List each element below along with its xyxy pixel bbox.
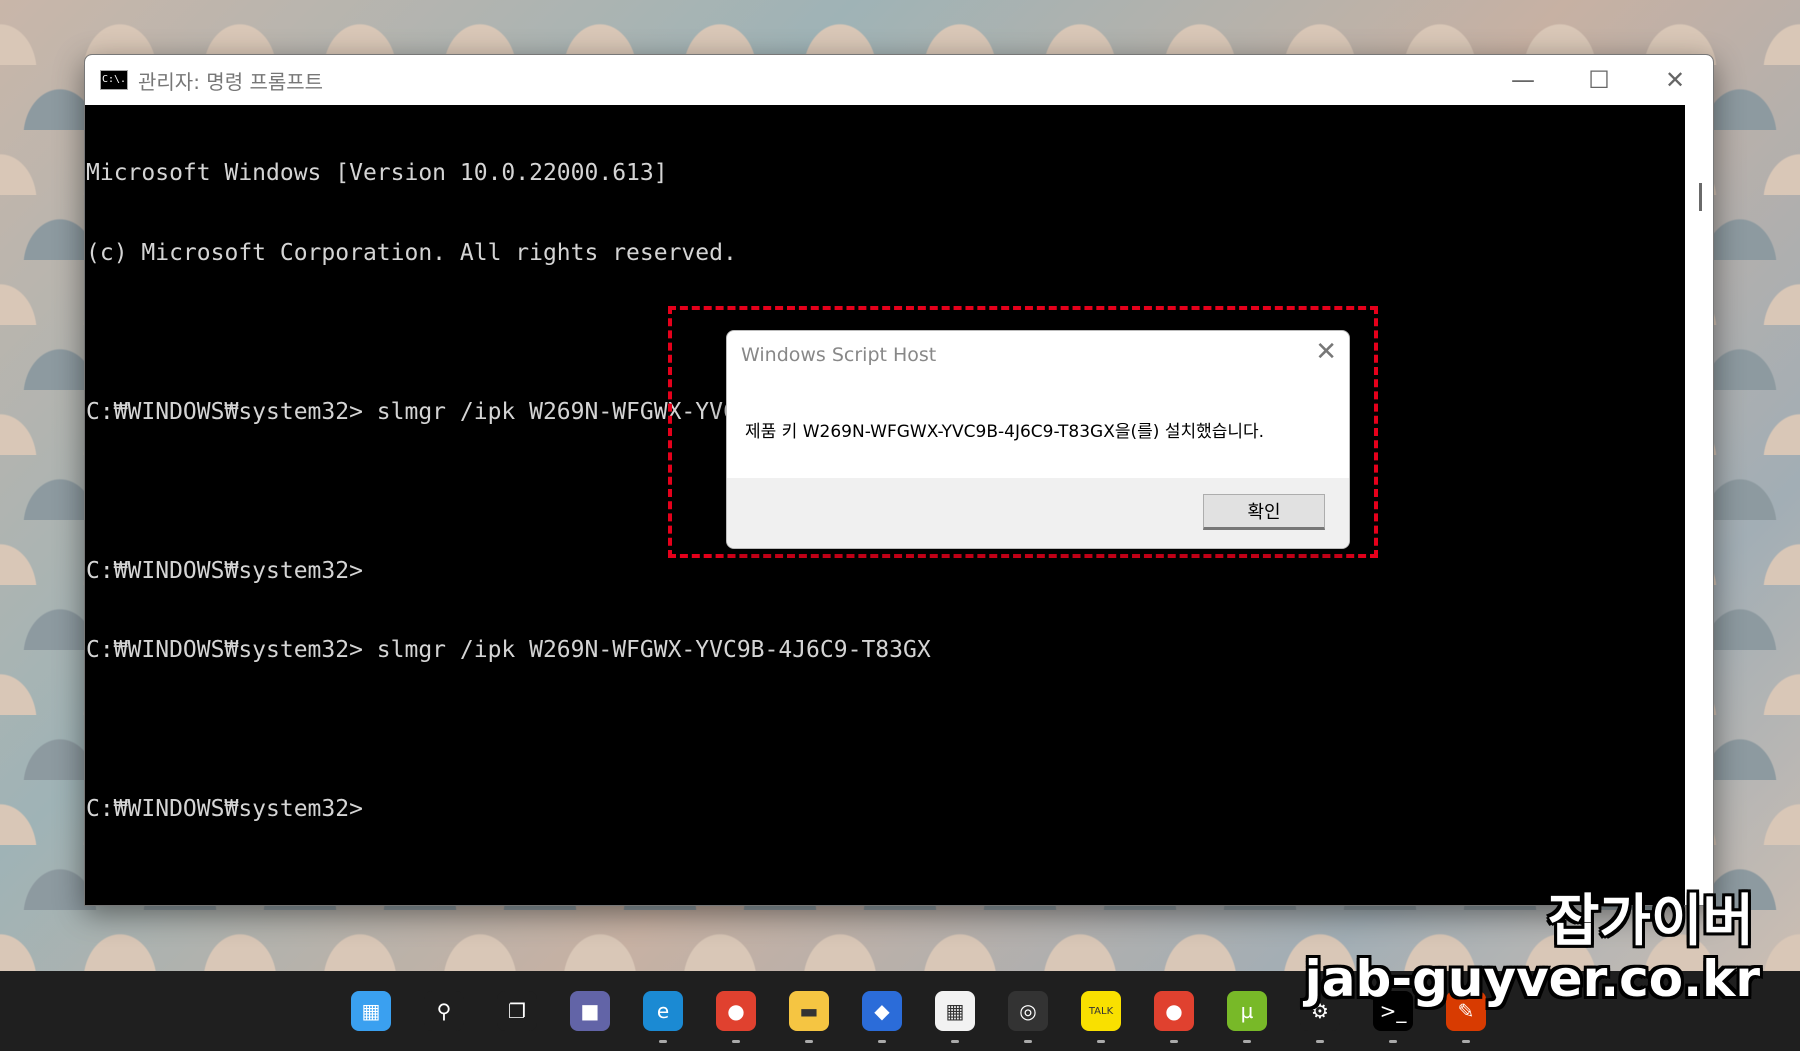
running-indicator — [951, 1040, 959, 1043]
running-indicator — [1389, 1040, 1397, 1043]
dialog-title: Windows Script Host — [741, 344, 937, 366]
teams-chat-icon[interactable]: ■ — [570, 991, 610, 1031]
task-view-icon[interactable]: ❐ — [497, 991, 537, 1031]
edge-icon[interactable]: e — [643, 991, 683, 1043]
running-indicator — [732, 1040, 740, 1043]
search-icon[interactable]: ⚲ — [424, 991, 464, 1031]
close-button[interactable]: ✕ — [1637, 55, 1713, 105]
chrome-profile-icon[interactable]: ● — [1154, 991, 1194, 1043]
window-controls: — ☐ ✕ — [1485, 55, 1713, 105]
dialog-message: 제품 키 W269N-WFGWX-YVC9B-4J6C9-T83GX을(를) 설… — [745, 422, 1265, 442]
running-indicator — [1316, 1040, 1324, 1043]
running-indicator — [1243, 1040, 1251, 1043]
dialog-close-icon[interactable]: ✕ — [1315, 337, 1337, 367]
window-title: 관리자: 명령 프롬프트 — [138, 69, 324, 94]
running-indicator — [1024, 1040, 1032, 1043]
minimize-button[interactable]: — — [1485, 55, 1561, 105]
ok-button[interactable]: 확인 — [1203, 494, 1325, 530]
file-explorer-icon[interactable]: ▬ — [789, 991, 829, 1043]
title-bar[interactable]: C:\. 관리자: 명령 프롬프트 — ☐ ✕ — [85, 55, 1713, 105]
dialog-footer: 확인 — [727, 478, 1349, 548]
running-indicator — [659, 1040, 667, 1043]
vertical-scrollbar[interactable] — [1685, 105, 1713, 905]
running-indicator — [1462, 1040, 1470, 1043]
console-line: Microsoft Windows [Version 10.0.22000.61… — [86, 160, 668, 186]
recording-app-icon[interactable]: ◎ — [1008, 991, 1048, 1043]
maximize-button[interactable]: ☐ — [1561, 55, 1637, 105]
console-line: (c) Microsoft Corporation. All rights re… — [86, 239, 737, 266]
console-line: C:₩WINDOWS₩system32> — [86, 796, 363, 822]
watermark-url: jab-guyver.co.kr — [1304, 950, 1760, 1008]
start-icon[interactable]: ▦ — [351, 991, 391, 1031]
running-indicator — [805, 1040, 813, 1043]
cmd-app-icon: C:\. — [100, 70, 128, 90]
scrollbar-thumb[interactable] — [1699, 183, 1702, 211]
watermark-name: 잡가이버 — [1547, 889, 1754, 954]
running-indicator — [878, 1040, 886, 1043]
windows-script-host-dialog: Windows Script Host ✕ 제품 키 W269N-WFGWX-Y… — [726, 330, 1350, 549]
running-indicator — [1170, 1040, 1178, 1043]
utorrent-icon[interactable]: µ — [1227, 991, 1267, 1043]
kakaotalk-icon[interactable]: TALK — [1081, 991, 1121, 1043]
chrome-icon[interactable]: ● — [716, 991, 756, 1043]
tool-app-icon[interactable]: ◆ — [862, 991, 902, 1043]
console-line: C:₩WINDOWS₩system32> slmgr /ipk W269N-WF… — [86, 637, 931, 663]
console-line: C:₩WINDOWS₩system32> — [86, 557, 363, 584]
running-indicator — [1097, 1040, 1105, 1043]
ms-store-icon[interactable]: ▦ — [935, 991, 975, 1043]
